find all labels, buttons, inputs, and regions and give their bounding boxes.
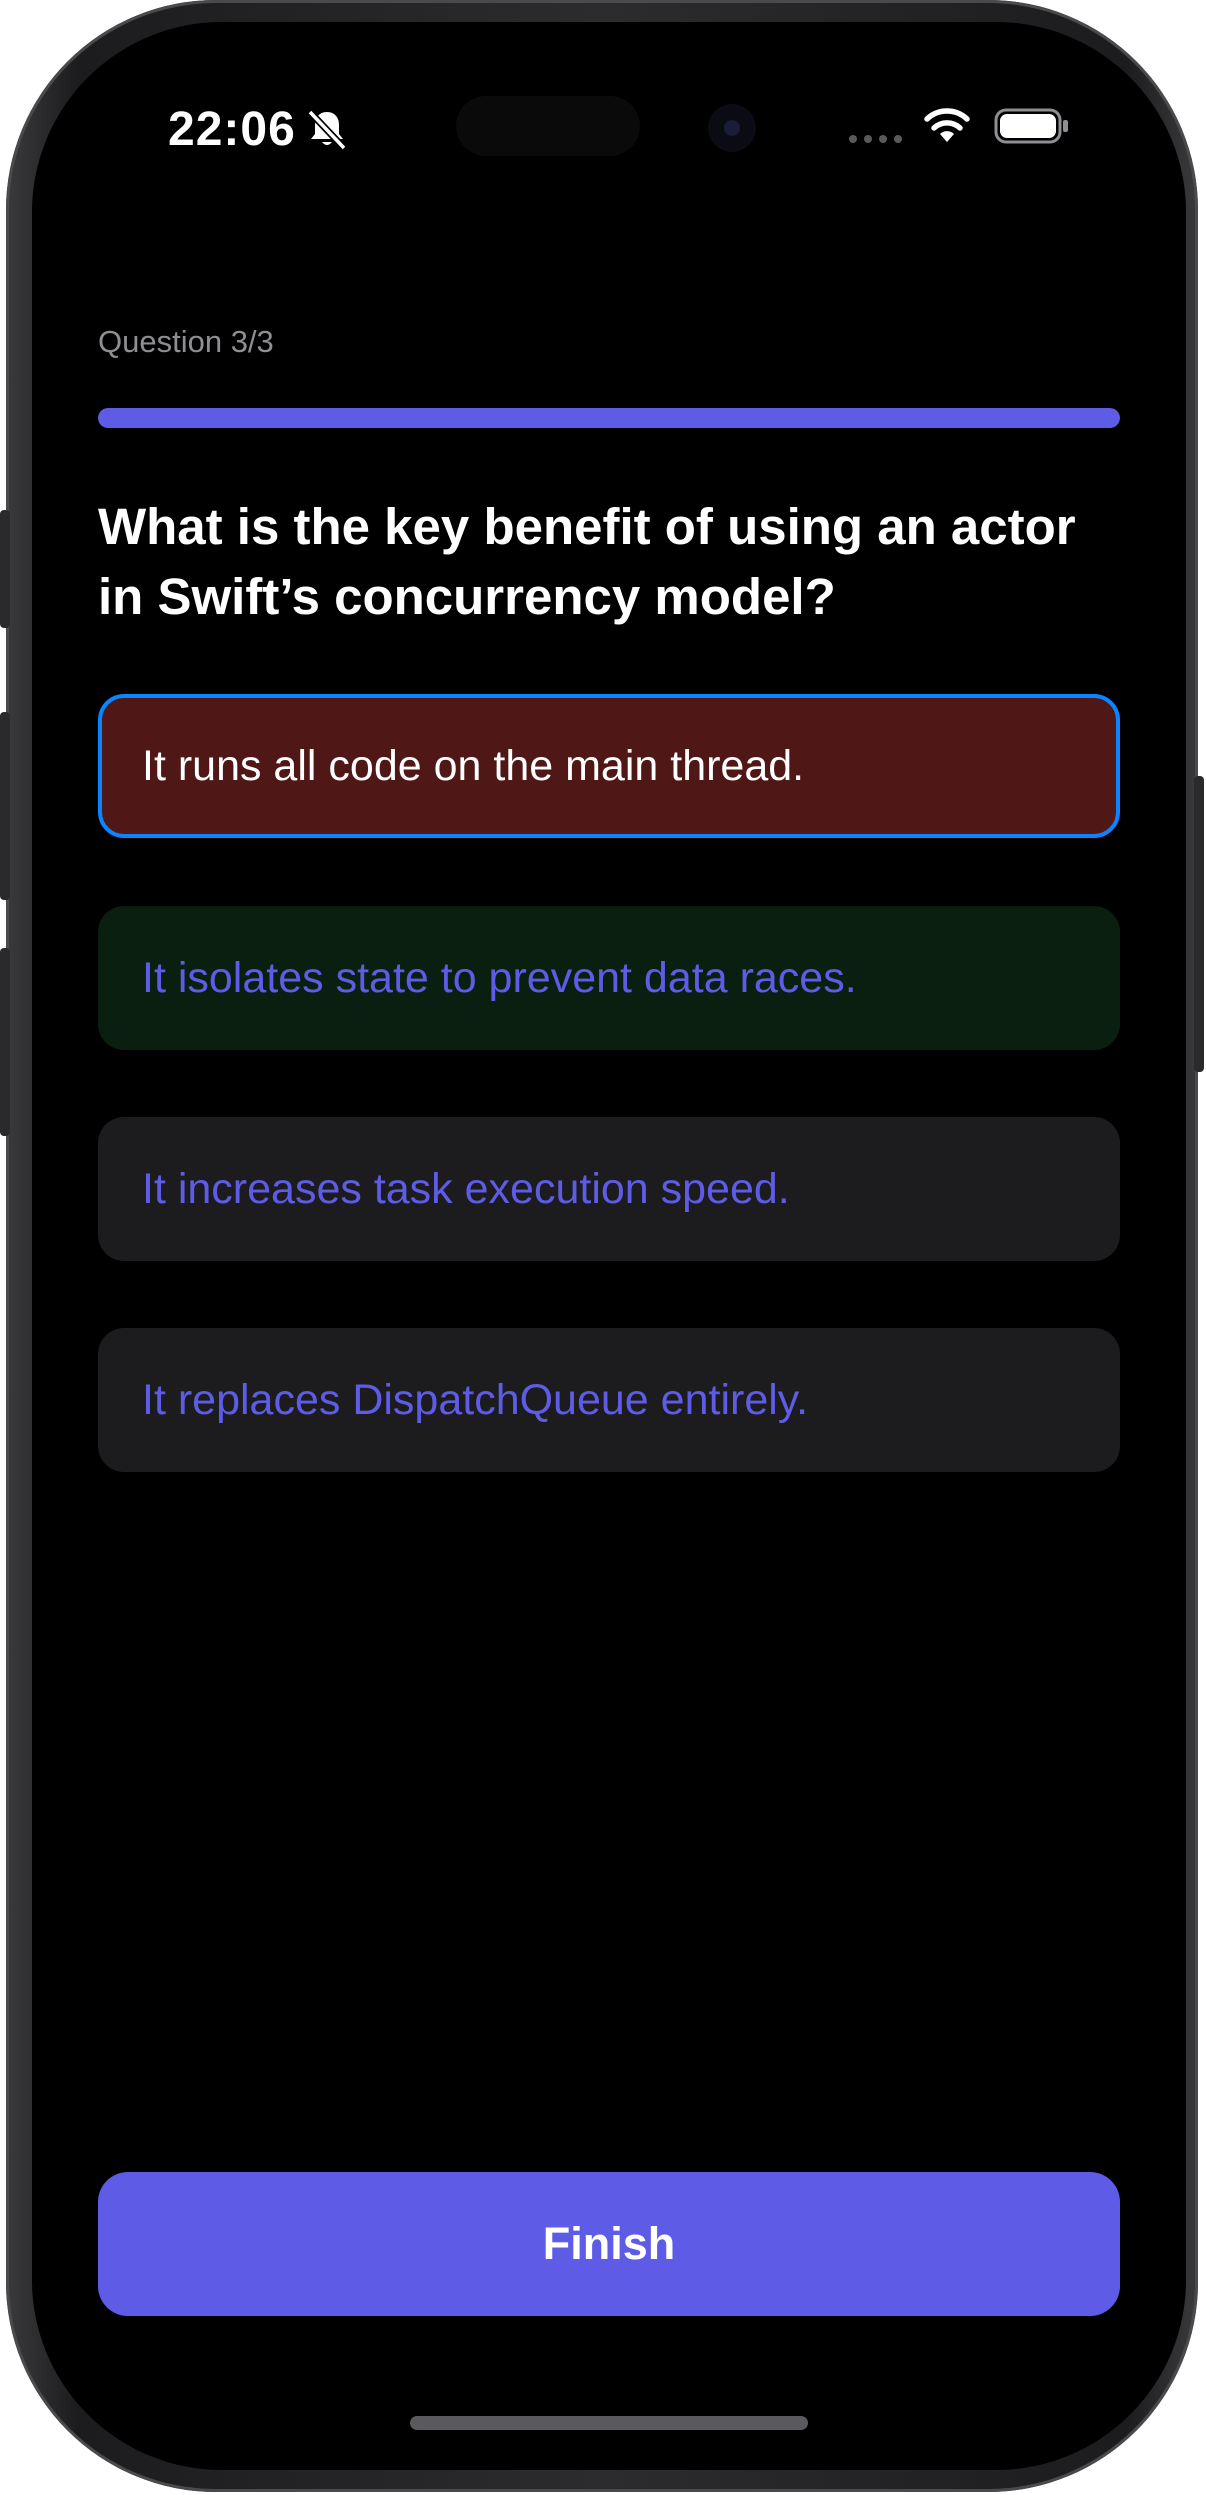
front-camera: [708, 104, 756, 152]
power-button: [1194, 776, 1204, 1072]
progress-bar-fill: [98, 408, 1120, 428]
answer-option-4[interactable]: It replaces DispatchQueue entirely.: [98, 1328, 1120, 1472]
answer-option-label: It replaces DispatchQueue entirely.: [142, 1375, 809, 1424]
screen: 22:06 Question 3/3 What is the key benef…: [32, 22, 1186, 2470]
finish-button[interactable]: Finish: [98, 2172, 1120, 2316]
status-bar: 22:06: [32, 22, 1186, 222]
progress-bar: [98, 408, 1120, 428]
volume-up-button: [0, 712, 10, 900]
answer-option-1[interactable]: It runs all code on the main thread.: [98, 694, 1120, 838]
wifi-icon: [924, 108, 970, 142]
question-counter: Question 3/3: [98, 324, 274, 359]
action-button: [0, 510, 10, 628]
answer-option-label: It isolates state to prevent data races.: [142, 953, 857, 1002]
volume-down-button: [0, 948, 10, 1136]
phone-frame: 22:06 Question 3/3 What is the key benef…: [0, 0, 1204, 2492]
answer-option-2[interactable]: It isolates state to prevent data races.: [98, 906, 1120, 1050]
finish-button-label: Finish: [542, 2218, 676, 2269]
question-text: What is the key benefit of using an acto…: [98, 498, 1076, 625]
dynamic-island: [456, 96, 640, 156]
bell-slash-icon: [307, 109, 347, 151]
status-time: 22:06: [168, 103, 296, 156]
home-indicator[interactable]: [410, 2416, 808, 2430]
answer-option-3[interactable]: It increases task execution speed.: [98, 1117, 1120, 1261]
cellular-signal-icon: [849, 135, 902, 143]
answer-option-label: It runs all code on the main thread.: [142, 741, 805, 790]
answer-option-label: It increases task execution speed.: [142, 1164, 790, 1213]
battery-icon: [994, 108, 1068, 144]
